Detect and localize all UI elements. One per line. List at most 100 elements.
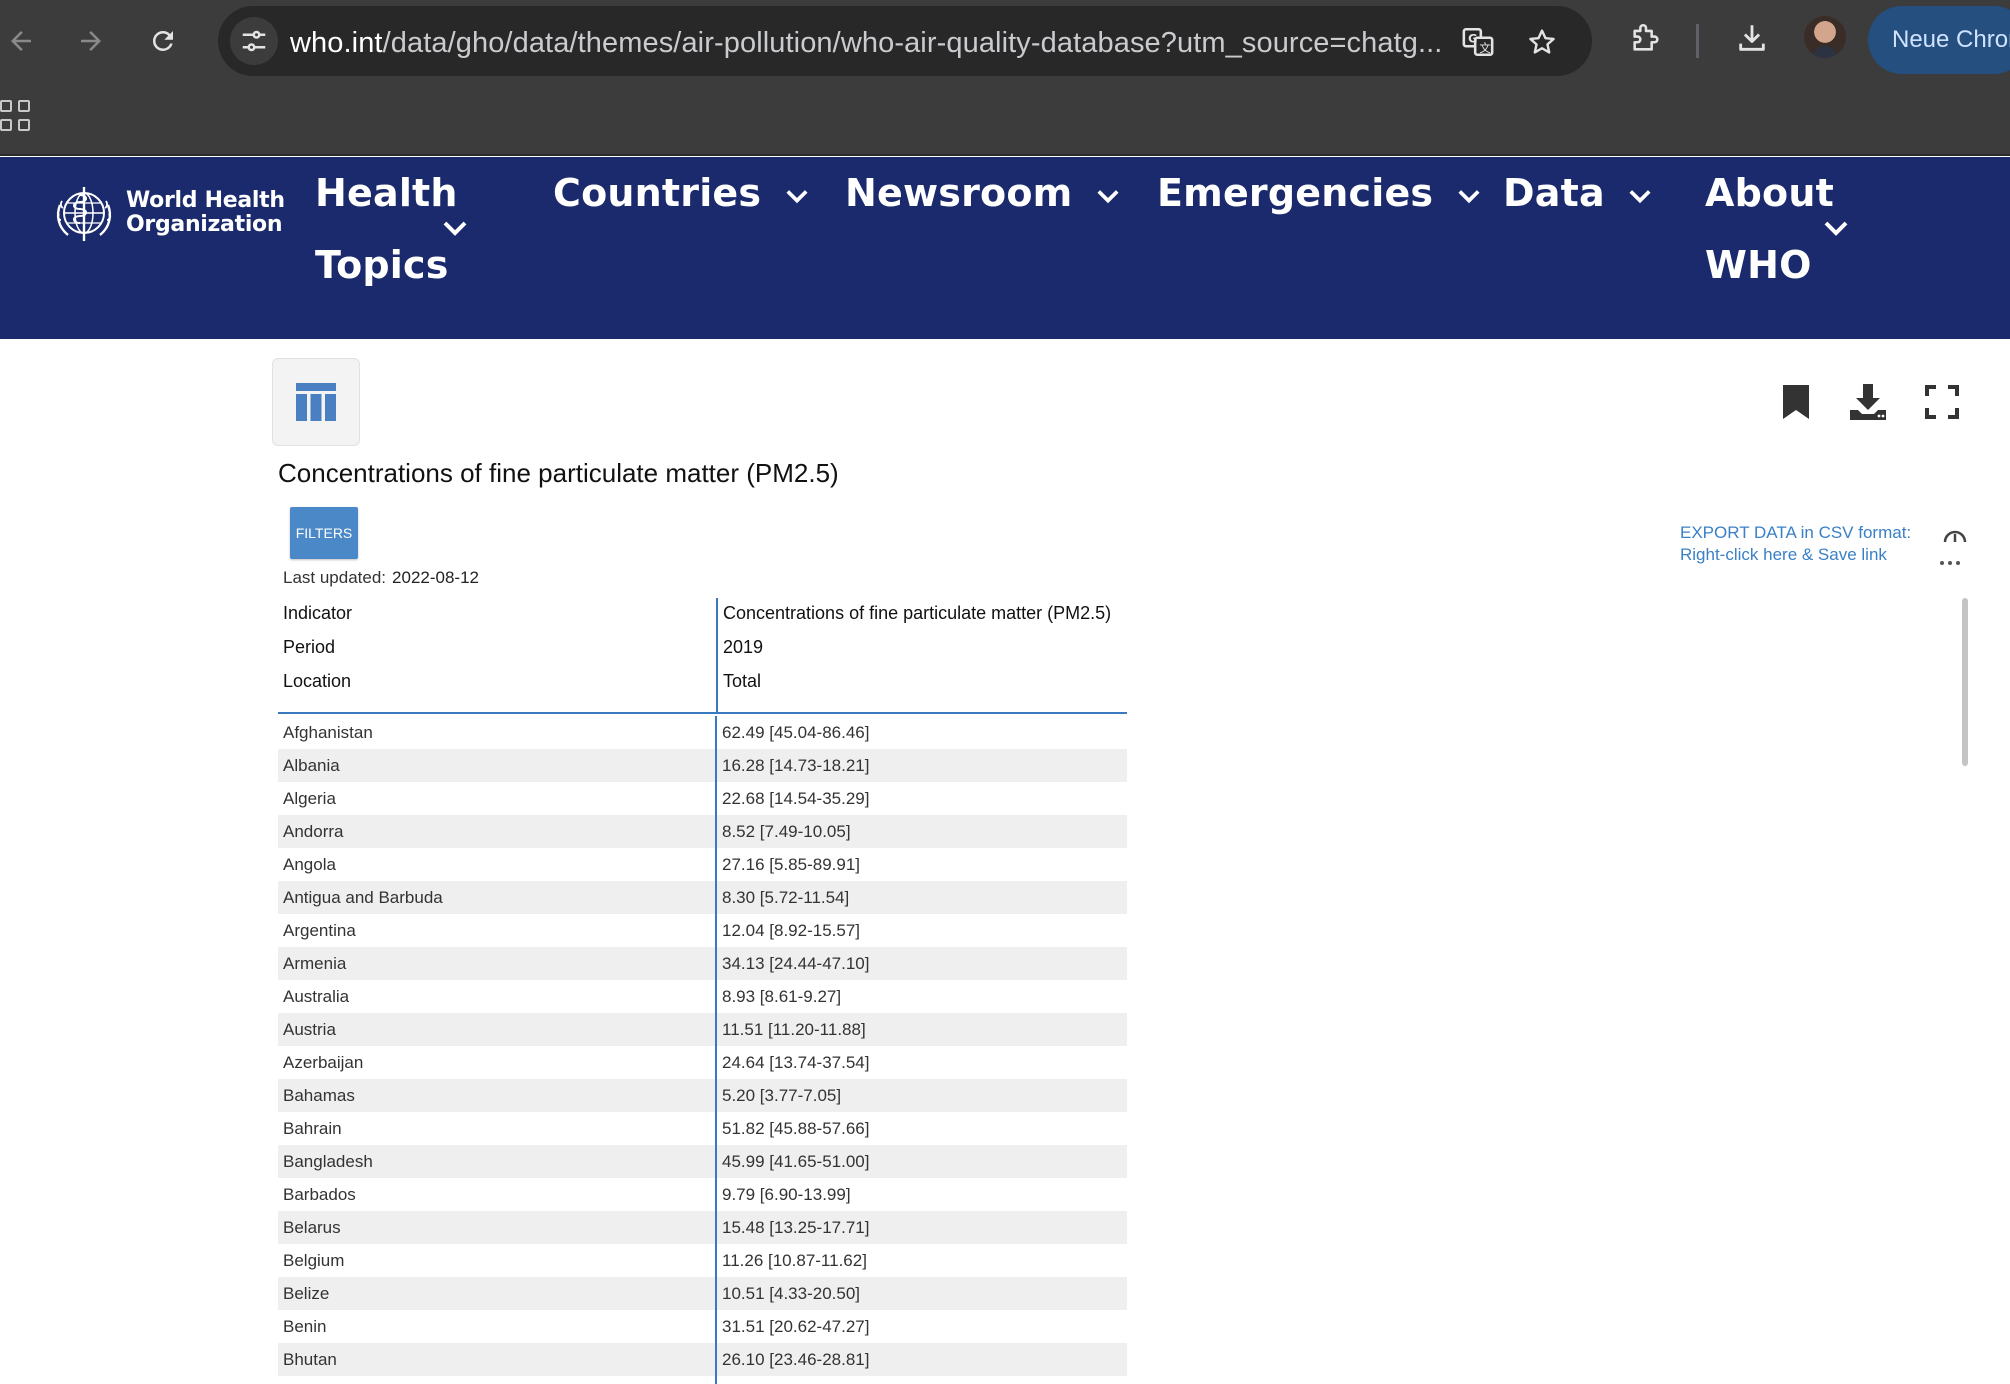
country-cell: Australia <box>283 987 350 1006</box>
who-emblem-icon <box>56 187 112 241</box>
gauge-icon[interactable] <box>1942 524 1968 546</box>
table-row: Azerbaijan 24.64 [13.74-37.54] <box>278 1046 1127 1079</box>
nav-label: WHO <box>1705 243 1812 287</box>
nav-health-topics[interactable]: Health Topics <box>315 157 467 301</box>
chevron-down-icon <box>1097 189 1119 203</box>
data-table-body: Afghanistan 62.49 [45.04-86.46] Albania 16… <box>278 716 1127 1384</box>
nav-label: Topics <box>315 243 449 287</box>
last-updated-label: Last updated: <box>283 568 387 587</box>
table-row: Bahrain 51.82 [45.88-57.66] <box>278 1112 1127 1145</box>
country-cell: Bhutan <box>283 1350 337 1369</box>
country-cell: Armenia <box>283 954 347 973</box>
table-row: Belize 10.51 [4.33-20.50] <box>278 1277 1127 1310</box>
header-value-column: Concentrations of fine particulate matte… <box>716 598 1127 712</box>
forward-button[interactable] <box>70 20 112 62</box>
value-cell: 5.20 [3.77-7.05] <box>722 1086 842 1105</box>
nav-data[interactable]: Data <box>1503 157 1652 229</box>
country-cell: Argentina <box>283 921 356 940</box>
country-cell: Andorra <box>283 822 344 841</box>
country-cell: Afghanistan <box>283 723 373 742</box>
profile-avatar[interactable] <box>1804 16 1846 58</box>
header-label-location: Location <box>283 671 352 691</box>
address-bar[interactable]: who.int/data/gho/data/themes/air-polluti… <box>218 6 1592 76</box>
chevron-down-icon <box>1629 189 1651 203</box>
value-cell: 15.48 [13.25-17.71] <box>722 1218 870 1237</box>
table-row: Argentina 12.04 [8.92-15.57] <box>278 914 1127 947</box>
toolbar-separator <box>1696 24 1699 58</box>
logo-text-line2: Organization <box>126 212 283 237</box>
country-cell: Barbados <box>283 1185 356 1204</box>
chevron-down-icon <box>443 221 467 236</box>
table-row: Afghanistan 62.49 [45.04-86.46] <box>278 716 1127 749</box>
profile-chip[interactable]: Neue Chrom <box>1868 6 2010 74</box>
value-cell: 10.51 [4.33-20.50] <box>722 1284 861 1303</box>
browser-toolbar: who.int/data/gho/data/themes/air-polluti… <box>0 0 2010 82</box>
arrow-left-icon <box>11 31 31 51</box>
header-label-indicator: Indicator <box>283 603 353 623</box>
table-row: Austria 11.51 [11.20-11.88] <box>278 1013 1127 1046</box>
table-row: Belarus 15.48 [13.25-17.71] <box>278 1211 1127 1244</box>
table-row: Bangladesh 45.99 [41.65-51.00] <box>278 1145 1127 1178</box>
site-header: World Health Organization Health Topics … <box>0 157 2010 339</box>
url-text[interactable]: who.int/data/gho/data/themes/air-polluti… <box>290 27 1440 60</box>
download-icon <box>1850 384 1886 420</box>
bookmarks-bar <box>0 82 2010 156</box>
download-icon <box>1739 25 1765 51</box>
table-row: Angola 27.16 [5.85-89.91] <box>278 848 1127 881</box>
export-line1: EXPORT DATA in CSV format: <box>1680 523 1912 542</box>
last-updated-value: 2022-08-12 <box>392 568 479 587</box>
downloads-button[interactable] <box>1732 18 1772 58</box>
extensions-button[interactable] <box>1626 18 1666 58</box>
table-row: Armenia 34.13 [24.44-47.10] <box>278 947 1127 980</box>
nav-about-who[interactable]: About WHO <box>1705 157 1848 301</box>
column-divider <box>715 716 717 1384</box>
chevron-down-icon <box>1824 221 1848 236</box>
country-cell: Antigua and Barbuda <box>283 888 443 907</box>
value-cell: 51.82 [45.88-57.66] <box>722 1119 870 1138</box>
translate-button[interactable]: G文 <box>1460 24 1496 60</box>
value-cell: 22.68 [14.54-35.29] <box>722 789 870 808</box>
apps-grid-icon[interactable] <box>0 100 32 132</box>
nav-emergencies[interactable]: Emergencies <box>1157 157 1481 229</box>
value-cell: 27.16 [5.85-89.91] <box>722 855 861 874</box>
header-label-column: Indicator Period Location <box>278 598 715 712</box>
table-row: Albania 16.28 [14.73-18.21] <box>278 749 1127 782</box>
value-cell: 24.64 [13.74-37.54] <box>722 1053 870 1072</box>
header-value-location: Total <box>723 671 762 691</box>
value-cell: 11.26 [10.87-11.62] <box>722 1251 867 1270</box>
value-cell: 34.13 [24.44-47.10] <box>722 954 870 973</box>
reload-button[interactable] <box>142 20 184 62</box>
fullscreen-icon <box>1925 385 1959 419</box>
bookmark-star-button[interactable] <box>1524 24 1560 60</box>
more-options-icon[interactable] <box>1938 558 1962 568</box>
header-label-period: Period <box>283 637 336 657</box>
url-host: who.int <box>290 27 383 59</box>
value-cell: 31.51 [20.62-47.27] <box>722 1317 870 1336</box>
fullscreen-button[interactable] <box>1922 380 1962 424</box>
nav-newsroom[interactable]: Newsroom <box>845 157 1120 229</box>
site-settings-button[interactable] <box>230 17 278 65</box>
value-cell: 45.99 [41.65-51.00] <box>722 1152 870 1171</box>
nav-countries[interactable]: Countries <box>553 157 809 229</box>
table-row: Barbados 9.79 [6.90-13.99] <box>278 1178 1127 1211</box>
table-row: Antigua and Barbuda 8.30 [5.72-11.54] <box>278 881 1127 914</box>
back-button[interactable] <box>0 20 42 62</box>
value-cell: 9.79 [6.90-13.99] <box>722 1185 851 1204</box>
value-cell: 62.49 [45.04-86.46] <box>722 723 870 742</box>
filters-button[interactable]: FILTERS <box>290 507 358 559</box>
nav-label: Countries <box>553 171 762 215</box>
table-row: Algeria 22.68 [14.54-35.29] <box>278 782 1127 815</box>
star-icon <box>1529 29 1555 54</box>
country-cell: Bangladesh <box>283 1152 373 1171</box>
download-data-button[interactable] <box>1848 380 1888 424</box>
arrow-right-icon <box>81 31 101 51</box>
country-cell: Azerbaijan <box>283 1053 364 1072</box>
export-csv-link[interactable]: EXPORT DATA in CSV format: Right-click h… <box>1680 522 1911 566</box>
value-cell: 8.93 [8.61-9.27] <box>722 987 842 1006</box>
table-view-button[interactable] <box>272 358 360 446</box>
bookmark-button[interactable] <box>1776 380 1816 424</box>
who-logo[interactable]: World Health Organization <box>50 179 285 247</box>
puzzle-icon <box>1633 24 1659 51</box>
country-cell: Benin <box>283 1317 327 1336</box>
scrollbar-thumb[interactable] <box>1962 598 1968 766</box>
